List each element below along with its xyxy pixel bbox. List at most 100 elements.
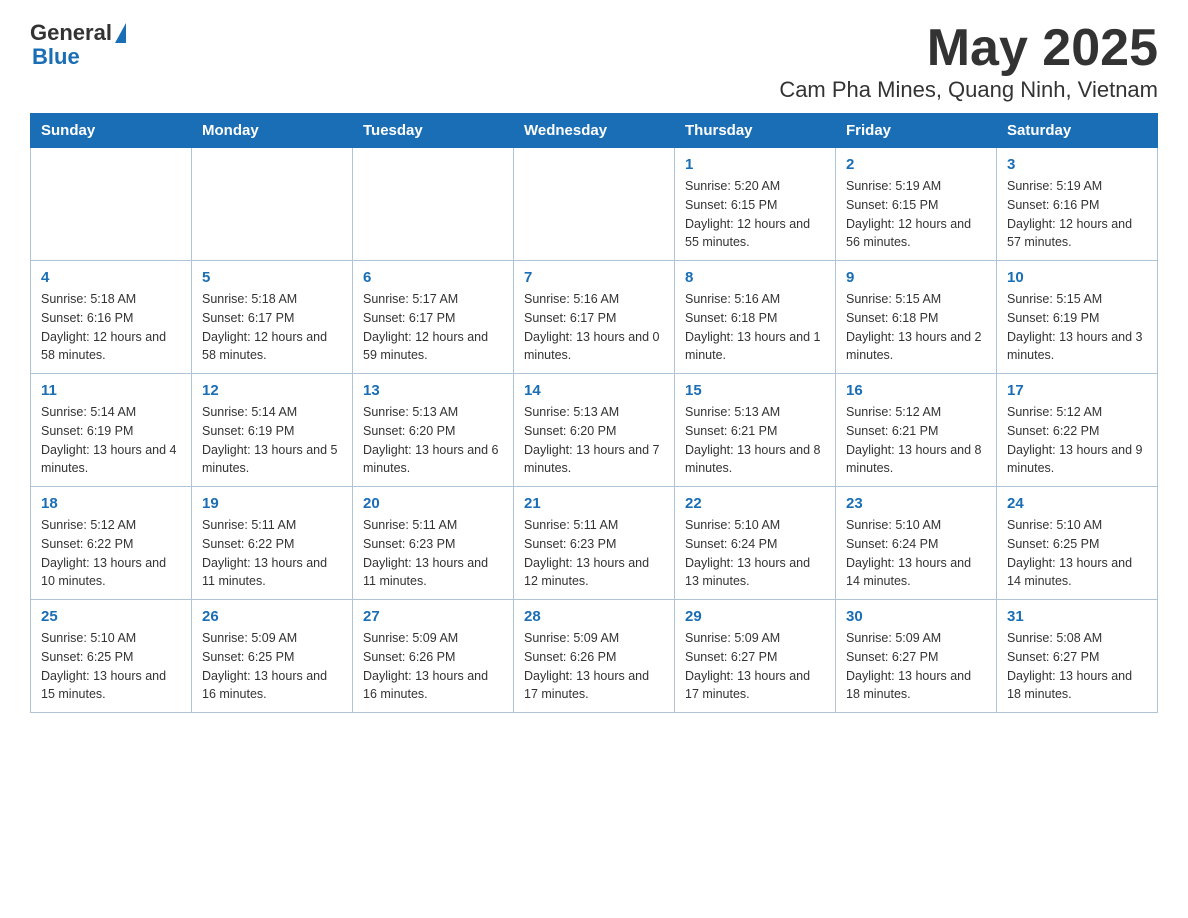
day-info: Sunrise: 5:15 AM Sunset: 6:19 PM Dayligh… <box>1007 290 1147 365</box>
day-number: 18 <box>41 495 181 512</box>
calendar-cell <box>353 148 514 261</box>
day-number: 1 <box>685 156 825 173</box>
day-number: 5 <box>202 269 342 286</box>
calendar-cell: 16Sunrise: 5:12 AM Sunset: 6:21 PM Dayli… <box>836 374 997 487</box>
calendar-cell: 18 Sunrise: 5:12 AM Sunset: 6:22 PM Dayli… <box>31 487 192 600</box>
day-number: 15 <box>685 382 825 399</box>
day-info: Sunrise: 5:18 AM Sunset: 6:16 PM Dayligh… <box>41 290 181 365</box>
day-number: 7 <box>524 269 664 286</box>
page-title: May 2025 <box>779 20 1158 77</box>
calendar-cell <box>514 148 675 261</box>
calendar-cell: 30Sunrise: 5:09 AM Sunset: 6:27 PM Dayli… <box>836 600 997 713</box>
day-number: 11 <box>41 382 181 399</box>
calendar-cell: 9Sunrise: 5:15 AM Sunset: 6:18 PM Daylig… <box>836 261 997 374</box>
logo-arrow-icon <box>115 23 126 43</box>
day-info: Sunrise: 5:09 AM Sunset: 6:27 PM Dayligh… <box>846 629 986 704</box>
calendar-cell: 27 Sunrise: 5:09 AM Sunset: 6:26 PM Dayli… <box>353 600 514 713</box>
calendar-table: SundayMondayTuesdayWednesdayThursdayFrid… <box>30 113 1158 713</box>
day-info: Sunrise: 5:09 AM Sunset: 6:26 PM Dayligh… <box>524 629 664 704</box>
calendar-week-4: 18 Sunrise: 5:12 AM Sunset: 6:22 PM Dayli… <box>31 487 1158 600</box>
calendar-cell: 26Sunrise: 5:09 AM Sunset: 6:25 PM Dayli… <box>192 600 353 713</box>
day-info: Sunrise: 5:14 AM Sunset: 6:19 PM Dayligh… <box>41 403 181 478</box>
day-info: Sunrise: 5:17 AM Sunset: 6:17 PM Dayligh… <box>363 290 503 365</box>
calendar-header: SundayMondayTuesdayWednesdayThursdayFrid… <box>31 114 1158 148</box>
day-info: Sunrise: 5:16 AM Sunset: 6:18 PM Dayligh… <box>685 290 825 365</box>
calendar-cell: 1 Sunrise: 5:20 AM Sunset: 6:15 PM Daylig… <box>675 148 836 261</box>
calendar-week-3: 11 Sunrise: 5:14 AM Sunset: 6:19 PM Dayli… <box>31 374 1158 487</box>
day-of-week-friday: Friday <box>836 114 997 148</box>
calendar-cell: 14 Sunrise: 5:13 AM Sunset: 6:20 PM Dayli… <box>514 374 675 487</box>
day-number: 14 <box>524 382 664 399</box>
calendar-cell: 11 Sunrise: 5:14 AM Sunset: 6:19 PM Dayli… <box>31 374 192 487</box>
days-of-week-row: SundayMondayTuesdayWednesdayThursdayFrid… <box>31 114 1158 148</box>
day-info: Sunrise: 5:19 AM Sunset: 6:16 PM Dayligh… <box>1007 177 1147 252</box>
day-of-week-thursday: Thursday <box>675 114 836 148</box>
calendar-cell: 3 Sunrise: 5:19 AM Sunset: 6:16 PM Daylig… <box>997 148 1158 261</box>
day-of-week-sunday: Sunday <box>31 114 192 148</box>
day-of-week-saturday: Saturday <box>997 114 1158 148</box>
calendar-week-1: 1 Sunrise: 5:20 AM Sunset: 6:15 PM Daylig… <box>31 148 1158 261</box>
day-number: 12 <box>202 382 342 399</box>
calendar-cell: 17 Sunrise: 5:12 AM Sunset: 6:22 PM Dayli… <box>997 374 1158 487</box>
calendar-cell: 19 Sunrise: 5:11 AM Sunset: 6:22 PM Dayli… <box>192 487 353 600</box>
logo: General Blue <box>30 20 126 70</box>
day-info: Sunrise: 5:20 AM Sunset: 6:15 PM Dayligh… <box>685 177 825 252</box>
calendar-cell: 7Sunrise: 5:16 AM Sunset: 6:17 PM Daylig… <box>514 261 675 374</box>
calendar-cell: 24Sunrise: 5:10 AM Sunset: 6:25 PM Dayli… <box>997 487 1158 600</box>
day-of-week-wednesday: Wednesday <box>514 114 675 148</box>
day-number: 25 <box>41 608 181 625</box>
calendar-cell: 25 Sunrise: 5:10 AM Sunset: 6:25 PM Dayli… <box>31 600 192 713</box>
day-info: Sunrise: 5:10 AM Sunset: 6:24 PM Dayligh… <box>846 516 986 591</box>
calendar-cell: 15 Sunrise: 5:13 AM Sunset: 6:21 PM Dayli… <box>675 374 836 487</box>
calendar-cell: 29Sunrise: 5:09 AM Sunset: 6:27 PM Dayli… <box>675 600 836 713</box>
day-info: Sunrise: 5:13 AM Sunset: 6:21 PM Dayligh… <box>685 403 825 478</box>
day-number: 8 <box>685 269 825 286</box>
day-number: 2 <box>846 156 986 173</box>
day-info: Sunrise: 5:12 AM Sunset: 6:22 PM Dayligh… <box>1007 403 1147 478</box>
day-number: 28 <box>524 608 664 625</box>
calendar-cell: 28 Sunrise: 5:09 AM Sunset: 6:26 PM Dayli… <box>514 600 675 713</box>
calendar-cell: 2 Sunrise: 5:19 AM Sunset: 6:15 PM Daylig… <box>836 148 997 261</box>
calendar-cell: 10 Sunrise: 5:15 AM Sunset: 6:19 PM Dayli… <box>997 261 1158 374</box>
day-number: 24 <box>1007 495 1147 512</box>
day-info: Sunrise: 5:09 AM Sunset: 6:27 PM Dayligh… <box>685 629 825 704</box>
day-info: Sunrise: 5:15 AM Sunset: 6:18 PM Dayligh… <box>846 290 986 365</box>
day-info: Sunrise: 5:09 AM Sunset: 6:26 PM Dayligh… <box>363 629 503 704</box>
day-number: 6 <box>363 269 503 286</box>
calendar-cell: 21Sunrise: 5:11 AM Sunset: 6:23 PM Dayli… <box>514 487 675 600</box>
day-number: 21 <box>524 495 664 512</box>
calendar-cell: 6 Sunrise: 5:17 AM Sunset: 6:17 PM Daylig… <box>353 261 514 374</box>
title-block: May 2025 Cam Pha Mines, Quang Ninh, Viet… <box>779 20 1158 103</box>
day-number: 10 <box>1007 269 1147 286</box>
day-number: 23 <box>846 495 986 512</box>
day-info: Sunrise: 5:13 AM Sunset: 6:20 PM Dayligh… <box>524 403 664 478</box>
day-info: Sunrise: 5:10 AM Sunset: 6:24 PM Dayligh… <box>685 516 825 591</box>
calendar-cell: 31Sunrise: 5:08 AM Sunset: 6:27 PM Dayli… <box>997 600 1158 713</box>
page-header: General Blue May 2025 Cam Pha Mines, Qua… <box>30 20 1158 103</box>
logo-text-blue: Blue <box>32 44 80 70</box>
day-number: 27 <box>363 608 503 625</box>
day-of-week-tuesday: Tuesday <box>353 114 514 148</box>
day-number: 3 <box>1007 156 1147 173</box>
day-number: 4 <box>41 269 181 286</box>
day-number: 17 <box>1007 382 1147 399</box>
calendar-week-5: 25 Sunrise: 5:10 AM Sunset: 6:25 PM Dayli… <box>31 600 1158 713</box>
day-info: Sunrise: 5:19 AM Sunset: 6:15 PM Dayligh… <box>846 177 986 252</box>
day-info: Sunrise: 5:12 AM Sunset: 6:21 PM Dayligh… <box>846 403 986 478</box>
day-info: Sunrise: 5:11 AM Sunset: 6:23 PM Dayligh… <box>363 516 503 591</box>
calendar-body: 1 Sunrise: 5:20 AM Sunset: 6:15 PM Daylig… <box>31 148 1158 713</box>
calendar-cell: 8 Sunrise: 5:16 AM Sunset: 6:18 PM Daylig… <box>675 261 836 374</box>
day-info: Sunrise: 5:10 AM Sunset: 6:25 PM Dayligh… <box>41 629 181 704</box>
calendar-week-2: 4 Sunrise: 5:18 AM Sunset: 6:16 PM Daylig… <box>31 261 1158 374</box>
calendar-cell: 12 Sunrise: 5:14 AM Sunset: 6:19 PM Dayli… <box>192 374 353 487</box>
calendar-cell: 4 Sunrise: 5:18 AM Sunset: 6:16 PM Daylig… <box>31 261 192 374</box>
day-number: 31 <box>1007 608 1147 625</box>
day-info: Sunrise: 5:11 AM Sunset: 6:22 PM Dayligh… <box>202 516 342 591</box>
day-info: Sunrise: 5:12 AM Sunset: 6:22 PM Dayligh… <box>41 516 181 591</box>
day-info: Sunrise: 5:14 AM Sunset: 6:19 PM Dayligh… <box>202 403 342 478</box>
day-number: 19 <box>202 495 342 512</box>
day-number: 13 <box>363 382 503 399</box>
day-info: Sunrise: 5:13 AM Sunset: 6:20 PM Dayligh… <box>363 403 503 478</box>
day-number: 26 <box>202 608 342 625</box>
calendar-cell: 5Sunrise: 5:18 AM Sunset: 6:17 PM Daylig… <box>192 261 353 374</box>
